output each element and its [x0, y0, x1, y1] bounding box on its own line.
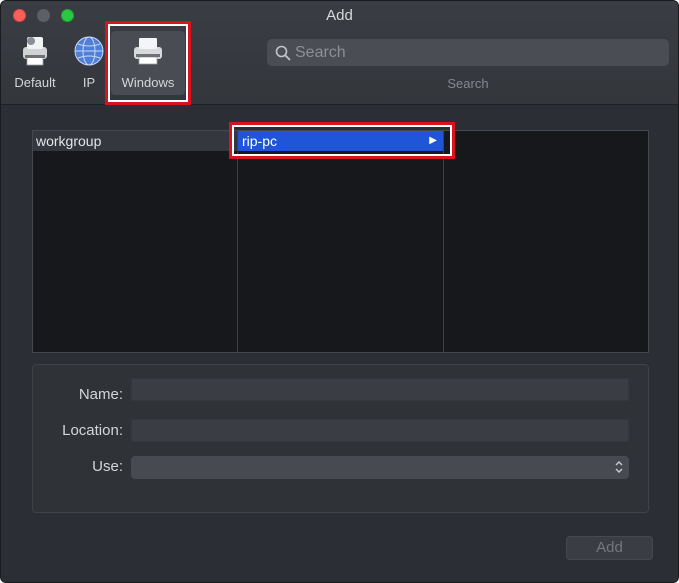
- add-printer-window: Add Default IP Windows Search Search wor…: [0, 0, 679, 583]
- printer-details-panel: Name: Location: Use:: [32, 364, 649, 513]
- updown-chevron-icon: [615, 461, 623, 473]
- name-label: Name:: [78, 386, 123, 403]
- use-popup[interactable]: [131, 456, 629, 479]
- search-icon: [275, 45, 291, 61]
- name-field[interactable]: [131, 378, 629, 401]
- window-title: Add: [326, 7, 353, 24]
- browser-column-2[interactable]: rip-pc ▶: [238, 131, 444, 352]
- toolbar: Add Default IP Windows Search Search: [1, 1, 678, 105]
- location-label: Location:: [62, 422, 123, 439]
- browser-column-3[interactable]: [444, 131, 648, 352]
- toolbar-ip-label: IP: [82, 75, 96, 90]
- printer-default-icon: [23, 37, 47, 66]
- toolbar-default-label: Default: [14, 75, 56, 90]
- add-button[interactable]: Add: [566, 536, 653, 560]
- search-field[interactable]: [267, 39, 669, 66]
- globe-icon: [74, 36, 104, 66]
- toolbar-ip-button[interactable]: IP: [71, 31, 107, 95]
- use-label: Use:: [92, 458, 123, 475]
- highlight-windows-button: [105, 21, 191, 105]
- list-item-workgroup[interactable]: workgroup: [33, 131, 237, 151]
- location-field[interactable]: [131, 419, 629, 442]
- printer-browser: workgroup rip-pc ▶: [32, 130, 649, 353]
- search-caption: Search: [447, 76, 489, 91]
- highlight-rip-pc-item: [229, 122, 455, 159]
- toolbar-default-button[interactable]: Default: [7, 31, 63, 95]
- search-input[interactable]: [295, 39, 661, 66]
- browser-column-1[interactable]: workgroup: [33, 131, 238, 352]
